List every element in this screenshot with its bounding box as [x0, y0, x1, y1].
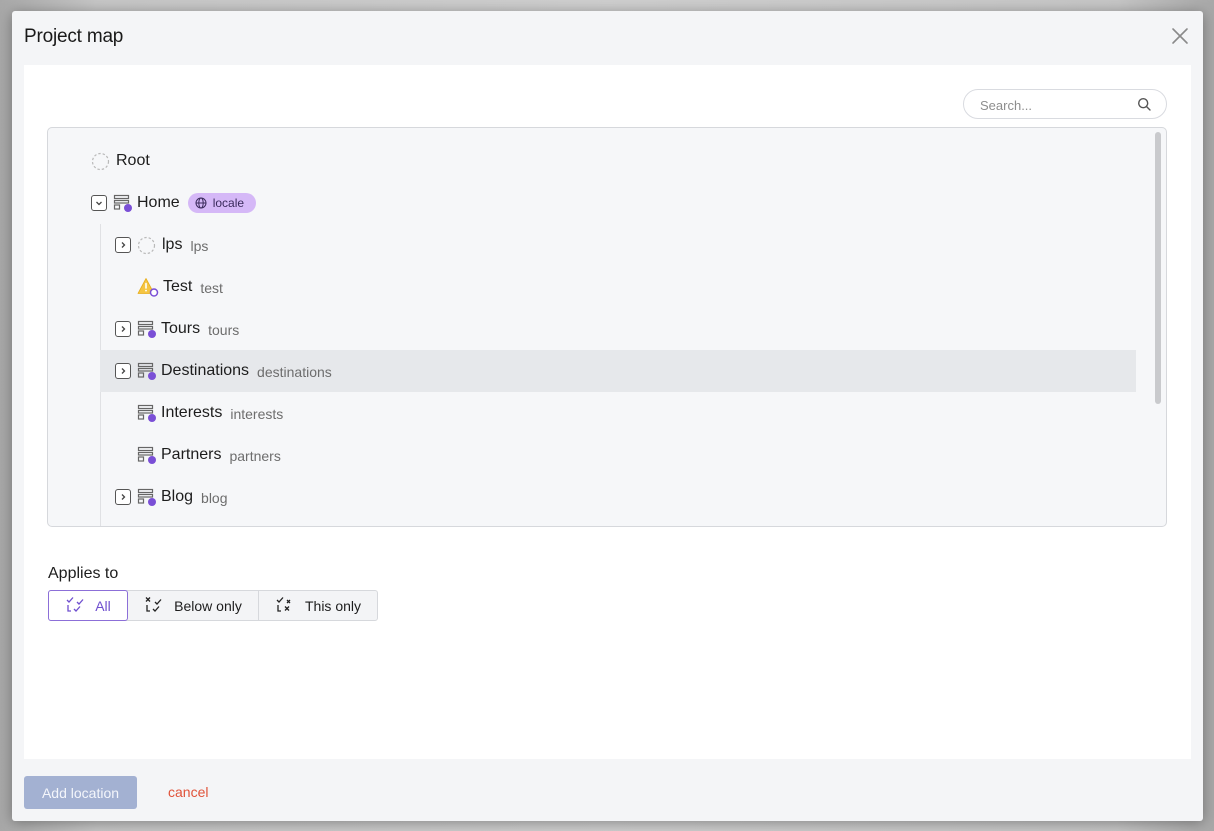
dialog-header: Project map — [12, 11, 1203, 63]
tree-row-test[interactable]: Test test — [48, 266, 1136, 308]
expand-toggle[interactable] — [115, 489, 131, 505]
tree-row-destinations[interactable]: Destinations destinations — [100, 350, 1136, 392]
tree-row-slug: blog — [201, 490, 228, 506]
tree-row-label: Blog — [161, 488, 194, 505]
applies-all-option[interactable]: All — [48, 590, 128, 621]
this-only-icon — [276, 596, 291, 612]
tree-row-home[interactable]: Home locale — [48, 182, 1136, 224]
page-template-icon — [113, 193, 133, 213]
below-only-icon — [145, 596, 162, 612]
tree-row-label: Test — [163, 278, 193, 295]
tree-row-label: lps — [162, 236, 183, 253]
globe-icon — [195, 197, 207, 209]
search-input[interactable] — [980, 96, 1130, 114]
tree-row-label: Interests — [161, 404, 223, 421]
project-tree: Root Home locale lps lps Test test Tours… — [47, 127, 1167, 527]
cancel-link[interactable]: cancel — [168, 784, 208, 800]
applies-below-only-label: Below only — [174, 597, 242, 614]
expand-toggle[interactable] — [115, 321, 131, 337]
tree-row-tours[interactable]: Tours tours — [48, 308, 1136, 350]
tree-row-label: Tours — [161, 320, 201, 337]
tree-scrollbar-thumb[interactable] — [1155, 132, 1161, 404]
applies-all-label: All — [95, 597, 111, 614]
close-icon[interactable] — [1169, 25, 1191, 47]
tree-row-slug: destinations — [257, 364, 332, 380]
dialog-title: Project map — [24, 26, 124, 47]
search-field[interactable] — [963, 89, 1167, 119]
tree-row-label: Home — [137, 194, 180, 211]
tree-scrollbar[interactable] — [1155, 132, 1161, 524]
empty-page-icon — [91, 152, 110, 171]
page-template-icon — [137, 403, 157, 423]
applies-below-only-option[interactable]: Below only — [128, 591, 258, 620]
applies-to-label: Applies to — [48, 565, 119, 582]
page-template-icon — [137, 319, 157, 339]
page-template-icon — [137, 445, 157, 465]
add-location-button[interactable]: Add location — [24, 776, 137, 809]
tree-row-root[interactable]: Root — [48, 140, 1136, 182]
expand-toggle[interactable] — [115, 363, 131, 379]
tree-row-label: Root — [116, 152, 150, 169]
tree-row-interests[interactable]: Interests interests — [48, 392, 1136, 434]
applies-to-selector: All Below only This only — [48, 590, 378, 621]
tree-row-label: Destinations — [161, 362, 250, 379]
expand-toggle[interactable] — [115, 237, 131, 253]
page-template-icon — [137, 361, 157, 381]
warning-icon — [137, 277, 159, 297]
search-icon[interactable] — [1137, 97, 1152, 112]
tree-row-slug: interests — [230, 406, 284, 422]
tree-row-label: Partners — [161, 446, 222, 463]
applies-this-only-option[interactable]: This only — [258, 591, 377, 620]
check-tree-icon — [66, 596, 84, 612]
project-map-dialog: Project map Ro — [12, 11, 1203, 821]
tree-row-lps[interactable]: lps lps — [48, 224, 1136, 266]
tree-row-slug: test — [200, 280, 223, 296]
collapse-toggle[interactable] — [91, 195, 107, 211]
page-template-icon — [137, 487, 157, 507]
applies-this-only-label: This only — [304, 597, 362, 614]
empty-page-icon — [137, 236, 156, 255]
tree-row-slug: partners — [229, 448, 281, 464]
locale-badge-label: locale — [212, 196, 245, 210]
tree-row-blog[interactable]: Blog blog — [48, 476, 1136, 518]
tree-row-slug: lps — [190, 238, 209, 254]
dialog-body: Root Home — [24, 65, 1191, 759]
tree-row-slug: tours — [208, 322, 240, 338]
tree-row-partners[interactable]: Partners partners — [48, 434, 1136, 476]
locale-badge: locale — [187, 193, 257, 213]
